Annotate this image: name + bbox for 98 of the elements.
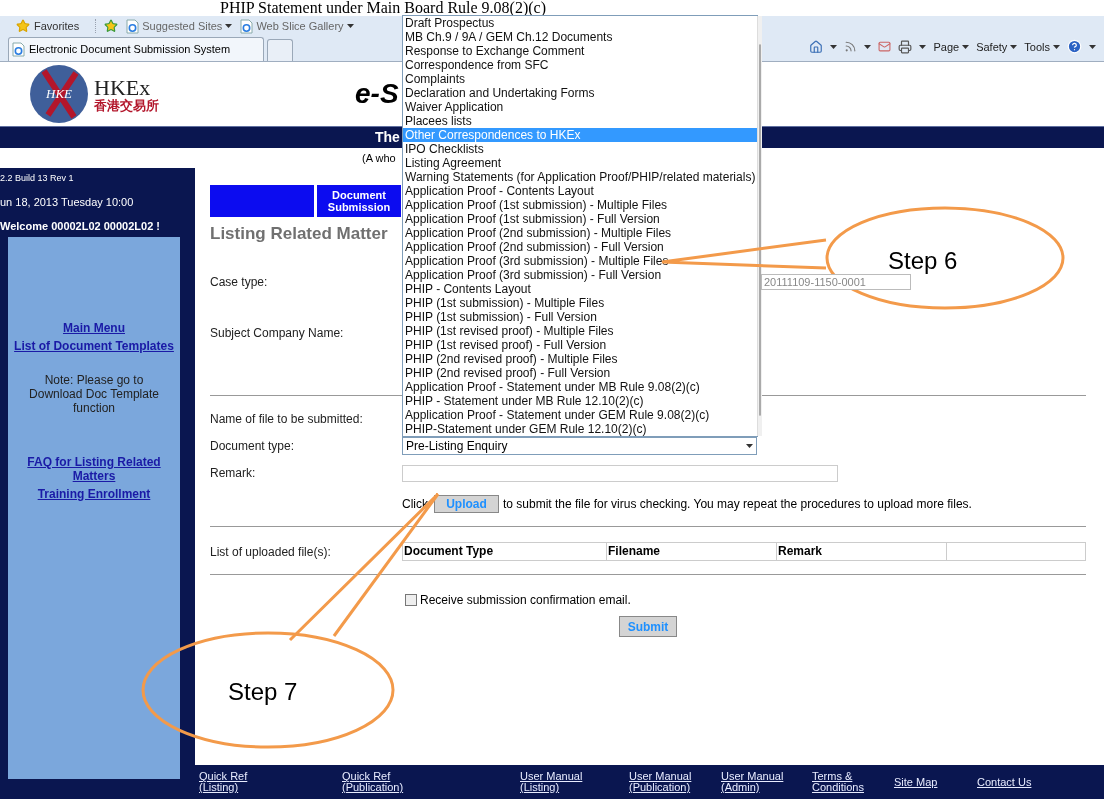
dropdown-option[interactable]: Complaints [403, 72, 758, 86]
field-label: Document type: [210, 438, 296, 455]
nav-tab[interactable]: Document Submission [317, 185, 401, 217]
browser-tab[interactable]: Electronic Document Submission System [8, 37, 264, 61]
column-header: Remark [777, 543, 947, 560]
upload-instruction-text: to submit the file for virus checking. You may repeat the procedures to upload more files. [503, 496, 972, 513]
banner-title: The [375, 128, 400, 147]
remark-input[interactable] [402, 464, 838, 482]
dropdown-option[interactable]: Placees lists [403, 114, 758, 128]
field-label: Name of file to be submitted: [210, 411, 364, 428]
dropdown-option[interactable]: Response to Exchange Comment [403, 44, 758, 58]
command-menu[interactable]: Tools [1024, 38, 1050, 55]
field-label: Subject Company Name: [210, 325, 345, 342]
field-label: Remark: [210, 465, 257, 482]
dropdown-option[interactable]: Application Proof (1st submission) - Full Version [403, 212, 758, 226]
dropdown-option[interactable]: Listing Agreement [403, 156, 758, 170]
caret-icon [919, 44, 927, 49]
sidebar-link[interactable]: FAQ for Listing Related Matters [8, 454, 180, 483]
help-icon[interactable] [1067, 39, 1082, 55]
dropdown-option[interactable]: Application Proof (2nd submission) - Multiple Files [403, 226, 758, 240]
page-title: Listing Related Matter [210, 223, 388, 246]
footer-link[interactable]: User Manual (Admin) [721, 771, 801, 793]
caret-icon [346, 24, 354, 28]
caret-icon [1010, 44, 1018, 49]
callout-label: Step 6 [888, 246, 958, 276]
footer-link[interactable]: User Manual (Listing) [520, 771, 600, 793]
field-label: Case type: [210, 274, 269, 291]
dropdown-option[interactable]: IPO Checklists [403, 142, 758, 156]
caret-icon [830, 44, 838, 49]
dropdown-option[interactable]: Draft Prospectus [403, 16, 758, 30]
feed-icon[interactable] [844, 40, 858, 54]
dropdown-option[interactable]: Application Proof - Contents Layout [403, 184, 758, 198]
footer-link[interactable]: Site Map [894, 776, 938, 788]
favorites-button[interactable]: Favorites [34, 17, 80, 35]
dropdown-option[interactable]: Warning Statements (for Application Proof/PHIP/related materials) [403, 170, 758, 184]
version-text: 2.2 Build 13 Rev 1 [0, 172, 75, 185]
caret-icon [225, 24, 233, 28]
dropdown-option[interactable]: Application Proof (1st submission) - Multiple Files [403, 198, 758, 212]
caret-icon [962, 44, 970, 49]
dropdown-option[interactable]: PHIP (1st revised proof) - Full Version [403, 338, 758, 352]
dropdown-option[interactable]: PHIP - Statement under MB Rule 12.10(2)(c) [403, 394, 758, 408]
dropdown-option[interactable]: Correspondence from SFC [403, 58, 758, 72]
date-text: un 18, 2013 Tuesday 10:00 [0, 194, 135, 210]
sidebar-link[interactable]: Training Enrollment [31, 486, 157, 501]
caret-icon [1053, 44, 1060, 49]
dropdown-option[interactable]: PHIP (2nd revised proof) - Full Version [403, 366, 758, 380]
caret-icon [864, 44, 872, 49]
print-icon[interactable] [898, 39, 913, 54]
logo-chinese-name: 香港交易所 [94, 98, 159, 112]
dropdown-option[interactable]: PHIP (1st submission) - Full Version [403, 310, 758, 324]
dropdown-option[interactable]: PHIP (1st revised proof) - Multiple Files [403, 324, 758, 338]
dropdown-option[interactable]: PHIP (1st submission) - Multiple Files [403, 296, 758, 310]
sidebar-link[interactable]: Main Menu [57, 320, 131, 335]
footer-link[interactable]: Quick Ref (Publication) [342, 771, 422, 793]
checkbox-label: Receive submission confirmation email. [420, 592, 631, 609]
favorites-link[interactable]: Web Slice Gallery [256, 17, 344, 35]
field-label: List of uploaded file(s): [210, 543, 332, 561]
footer-link[interactable]: User Manual (Publication) [629, 771, 709, 793]
document-heading: PHIP Statement under Main Board Rule 9.08(2)(c) [220, 0, 546, 16]
footer-link[interactable]: Terms & Conditions [812, 771, 892, 793]
dropdown-option[interactable]: Application Proof - Statement under MB Rule 9.08(2)(c) [403, 380, 758, 394]
page-icon [126, 18, 140, 34]
document-type-select[interactable]: Pre-Listing Enquiry [402, 437, 757, 455]
footer-link[interactable]: Contact Us [977, 776, 1032, 788]
new-tab-button[interactable] [267, 39, 293, 61]
site-title: e-S [355, 77, 399, 111]
callout-label: Step 7 [228, 677, 298, 707]
favorites-link[interactable]: Suggested Sites [142, 17, 223, 35]
dropdown-option[interactable]: PHIP - Contents Layout [403, 282, 758, 296]
caret-icon [1089, 44, 1096, 49]
add-favorite-icon[interactable] [104, 19, 119, 33]
dropdown-option[interactable]: Declaration and Undertaking Forms [403, 86, 758, 100]
welcome-text: Welcome 00002L02 00002L02 ! [0, 219, 161, 234]
page-icon [240, 18, 254, 34]
case-number-field[interactable]: 20111109-1150-0001 [761, 274, 911, 290]
dropdown-option[interactable]: PHIP-Statement under GEM Rule 12.10(2)(c) [403, 422, 758, 436]
column-header: Document Type [403, 543, 607, 560]
dropdown-option[interactable]: MB Ch.9 / 9A / GEM Ch.12 Documents [403, 30, 758, 44]
column-header: Filename [607, 543, 777, 560]
home-icon[interactable] [809, 39, 824, 54]
scrollbar[interactable] [757, 16, 763, 436]
mail-icon[interactable] [878, 40, 892, 54]
sidebar-note: Note: Please go to Download Doc Template function [28, 372, 160, 415]
dropdown-option[interactable]: Application Proof (2nd submission) - Full Version [403, 240, 758, 254]
dropdown-option[interactable]: Waiver Application [403, 100, 758, 114]
dropdown-option[interactable]: PHIP (2nd revised proof) - Multiple Files [403, 352, 758, 366]
confirmation-checkbox[interactable] [405, 594, 417, 606]
sidebar-link[interactable]: List of Document Templates [8, 338, 180, 353]
banner-subtitle: (A who [362, 150, 396, 166]
dropdown-option[interactable]: Application Proof - Statement under GEM Rule 9.08(2)(c) [403, 408, 758, 422]
command-menu[interactable]: Safety [976, 38, 1008, 55]
favorites-star-icon[interactable] [16, 19, 30, 33]
caret-icon [746, 444, 753, 448]
dropdown-option[interactable]: Application Proof (3rd submission) - Full Version [403, 268, 758, 282]
logo-name: HKEx [94, 76, 151, 99]
page-icon [12, 42, 25, 57]
command-menu[interactable]: Page [933, 38, 960, 55]
footer-link[interactable]: Quick Ref (Listing) [199, 771, 279, 793]
